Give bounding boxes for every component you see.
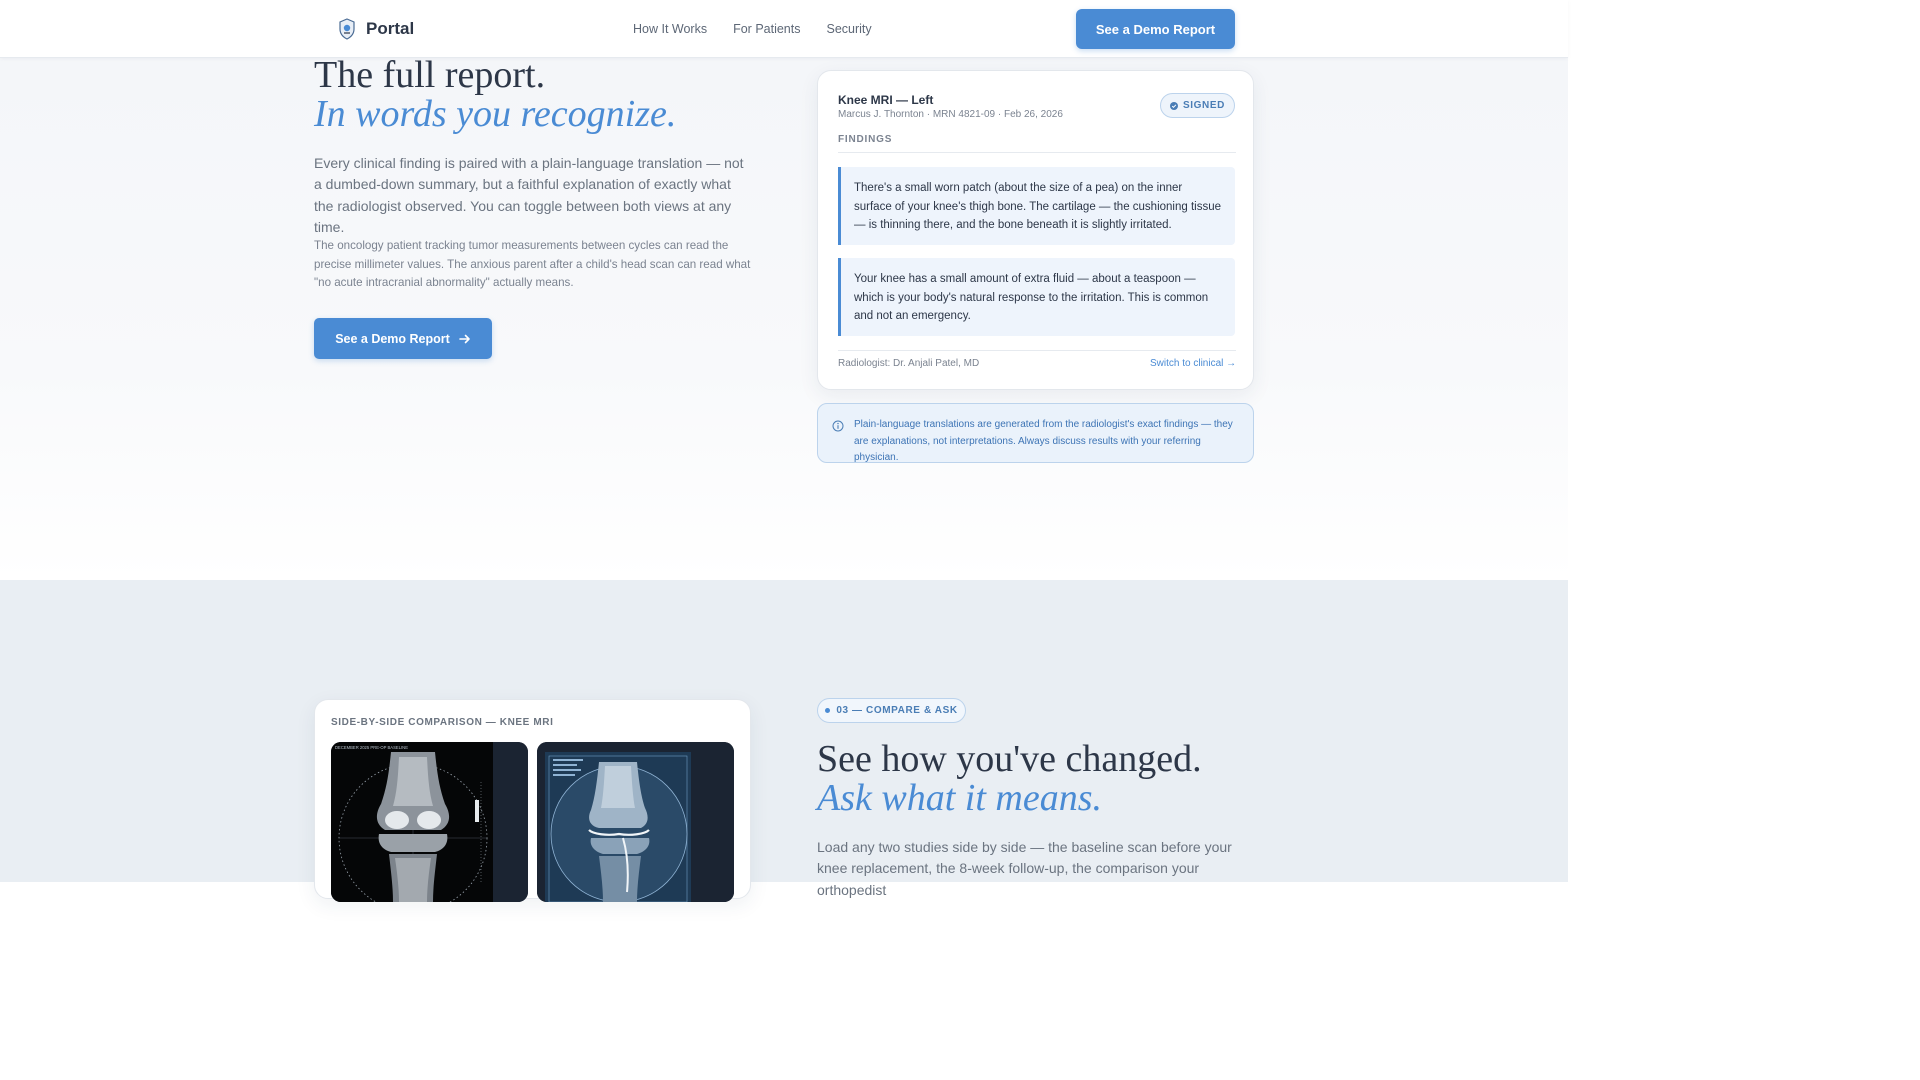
- nav-link-security[interactable]: Security: [826, 22, 871, 36]
- finding-item: Your knee has a small amount of extra fl…: [838, 258, 1235, 336]
- hero-lead: Every clinical finding is paired with a …: [314, 155, 744, 235]
- hero-background: [0, 58, 1568, 580]
- compare-section-title: See how you've changed. Ask what it mean…: [817, 740, 1202, 818]
- disclaimer-text: Plain-language translations are generate…: [854, 419, 1233, 463]
- compare-title-accent: Ask what it means.: [817, 777, 1102, 819]
- hero-cta-label: See a Demo Report: [335, 331, 450, 346]
- signed-badge: SIGNED: [1160, 93, 1235, 118]
- info-icon: [832, 420, 844, 432]
- finding-item: There's a small worn patch (about the si…: [838, 167, 1235, 245]
- check-circle-icon: [1170, 101, 1179, 110]
- disclaimer-notice: Plain-language translations are generate…: [817, 403, 1254, 463]
- hero-demo-report-button[interactable]: See a Demo Report: [314, 318, 492, 359]
- nav-link-how-it-works[interactable]: How It Works: [633, 22, 707, 36]
- step-dot-icon: [825, 708, 831, 713]
- nav-demo-report-button[interactable]: See a Demo Report: [1076, 9, 1235, 49]
- radiologist-name: Radiologist: Dr. Anjali Patel, MD: [838, 358, 980, 369]
- findings-heading: FINDINGS: [838, 134, 1236, 153]
- comparison-label: SIDE-BY-SIDE COMPARISON — KNEE MRI: [331, 717, 554, 728]
- step-badge: 03 — COMPARE & ASK: [817, 698, 966, 723]
- nav-links: How It Works For Patients Security: [633, 22, 872, 36]
- knee-mri-image: DECEMBER 2025 PRE-OP BASELINE: [331, 742, 528, 902]
- arrow-right-icon: [459, 334, 470, 343]
- signed-badge-label: SIGNED: [1183, 100, 1225, 111]
- nav-link-for-patients[interactable]: For Patients: [733, 22, 800, 36]
- compare-section-lead: Load any two studies side by side — the …: [817, 839, 1232, 898]
- hero-title-line1: The full report.: [314, 54, 546, 96]
- report-title: Knee MRI — Left: [838, 93, 934, 107]
- step-badge-label: 03 — COMPARE & ASK: [836, 705, 958, 716]
- logo-text: Portal: [366, 19, 415, 38]
- comparison-card: SIDE-BY-SIDE COMPARISON — KNEE MRI DECEM…: [314, 699, 751, 902]
- compare-section-background: [0, 580, 1568, 882]
- top-nav: Portal How It Works For Patients Securit…: [0, 0, 1568, 58]
- report-card: Knee MRI — Left Marcus J. Thornton · MRN…: [817, 70, 1254, 390]
- knee-mri-image: [537, 742, 734, 902]
- hero-title: The full report. In words you recognize.: [314, 56, 676, 134]
- mri-scan-followup[interactable]: [537, 742, 734, 902]
- report-footer-divider: [838, 350, 1236, 351]
- hero-title-accent: In words you recognize.: [314, 93, 677, 135]
- compare-title-line1: See how you've changed.: [817, 738, 1202, 780]
- scan-caption: DECEMBER 2025 PRE-OP BASELINE: [335, 745, 408, 750]
- logo[interactable]: Portal: [338, 18, 414, 40]
- report-meta: Marcus J. Thornton · MRN 4821-09 · Feb 2…: [838, 109, 1063, 120]
- mri-scan-baseline[interactable]: DECEMBER 2025 PRE-OP BASELINE: [331, 742, 528, 902]
- hero-subtext: The oncology patient tracking tumor meas…: [314, 239, 751, 289]
- switch-to-clinical-link[interactable]: Switch to clinical →: [1150, 358, 1236, 369]
- logo-icon: [339, 18, 355, 40]
